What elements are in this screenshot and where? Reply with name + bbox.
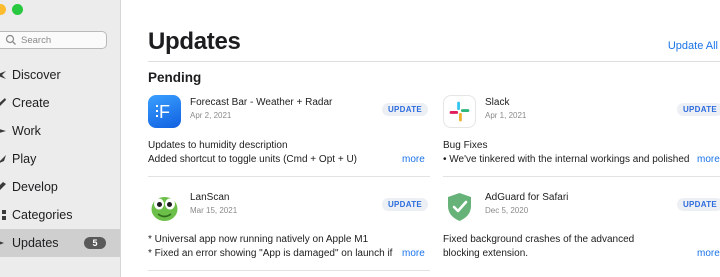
update-card-adguard: AdGuard for Safari Dec 5, 2020 UPDATE Fi… bbox=[443, 190, 720, 277]
sidebar-item-label: Updates bbox=[12, 236, 59, 250]
update-card-forecast-bar: F Forecast Bar - Weather + Radar Apr 2, … bbox=[148, 95, 430, 177]
star-icon bbox=[0, 71, 6, 79]
app-date: Mar 15, 2021 bbox=[190, 206, 238, 215]
more-link[interactable]: more bbox=[693, 154, 720, 165]
sidebar-item-label: Create bbox=[12, 96, 50, 110]
brush-icon bbox=[0, 98, 6, 106]
slack-app-icon bbox=[443, 95, 476, 128]
sidebar: Discover Create Work Play Develop Catego… bbox=[0, 0, 121, 277]
forecast-bar-app-icon: F bbox=[148, 95, 181, 128]
release-note: Bug Fixes bbox=[443, 140, 488, 151]
app-date: Apr 1, 2021 bbox=[485, 111, 527, 120]
search-icon bbox=[5, 34, 16, 45]
app-name[interactable]: Forecast Bar - Weather + Radar bbox=[190, 97, 332, 108]
app-name[interactable]: LanScan bbox=[190, 192, 229, 203]
update-button[interactable]: UPDATE bbox=[382, 198, 428, 211]
release-note: blocking extension. bbox=[443, 248, 529, 259]
update-card-slack: Slack Apr 1, 2021 UPDATE Bug Fixes • We'… bbox=[443, 95, 720, 177]
paperplane-icon bbox=[0, 129, 6, 133]
more-link[interactable]: more bbox=[398, 248, 425, 259]
sidebar-item-play[interactable]: Play bbox=[0, 145, 120, 173]
grid-icon bbox=[2, 210, 6, 220]
app-name[interactable]: AdGuard for Safari bbox=[485, 192, 568, 203]
sidebar-item-categories[interactable]: Categories bbox=[0, 201, 120, 229]
release-note: Fixed background crashes of the advanced bbox=[443, 234, 635, 245]
sidebar-item-work[interactable]: Work bbox=[0, 117, 120, 145]
sidebar-item-create[interactable]: Create bbox=[0, 89, 120, 117]
update-card-lanscan: LanScan Mar 15, 2021 UPDATE * Universal … bbox=[148, 190, 430, 277]
svg-text:F: F bbox=[159, 102, 170, 122]
more-link[interactable]: more bbox=[398, 154, 425, 165]
divider bbox=[443, 176, 720, 177]
release-note: • We've tinkered with the internal worki… bbox=[443, 154, 690, 165]
lanscan-app-icon bbox=[148, 190, 181, 223]
section-title-pending: Pending bbox=[148, 70, 202, 85]
divider bbox=[148, 270, 430, 271]
update-button[interactable]: UPDATE bbox=[382, 103, 428, 116]
rocket-icon bbox=[0, 155, 6, 163]
search-field[interactable] bbox=[0, 31, 107, 49]
more-link[interactable]: more bbox=[693, 248, 720, 259]
divider bbox=[148, 61, 720, 62]
adguard-app-icon bbox=[443, 190, 476, 223]
zoom-button[interactable] bbox=[12, 4, 23, 15]
app-date: Apr 2, 2021 bbox=[190, 111, 232, 120]
page-title: Updates bbox=[148, 28, 241, 55]
download-icon bbox=[0, 241, 4, 245]
search-input[interactable] bbox=[21, 34, 91, 46]
sidebar-item-label: Play bbox=[12, 152, 37, 166]
sidebar-item-updates[interactable]: Updates 5 bbox=[0, 229, 120, 257]
sidebar-nav: Discover Create Work Play Develop Catego… bbox=[0, 61, 120, 257]
release-note: Added shortcut to toggle units (Cmd + Op… bbox=[148, 154, 357, 165]
release-note: * Universal app now running natively on … bbox=[148, 234, 369, 245]
sidebar-item-discover[interactable]: Discover bbox=[0, 61, 120, 89]
window-controls bbox=[0, 4, 23, 15]
updates-page: Updates Update All Pending F Forecast Ba… bbox=[121, 0, 720, 277]
release-note: Updates to humidity description bbox=[148, 140, 288, 151]
sidebar-item-label: Develop bbox=[12, 180, 58, 194]
release-note: * Fixed an error showing "App is damaged… bbox=[148, 248, 393, 259]
divider bbox=[148, 176, 430, 177]
sidebar-item-label: Discover bbox=[12, 68, 61, 82]
sidebar-item-develop[interactable]: Develop bbox=[0, 173, 120, 201]
update-button[interactable]: UPDATE bbox=[677, 103, 720, 116]
sidebar-item-label: Categories bbox=[12, 208, 73, 222]
minimize-button[interactable] bbox=[0, 4, 6, 15]
app-name[interactable]: Slack bbox=[485, 97, 509, 108]
update-button[interactable]: UPDATE bbox=[677, 198, 720, 211]
sidebar-item-label: Work bbox=[12, 124, 41, 138]
hammer-icon bbox=[0, 182, 6, 190]
updates-count-badge: 5 bbox=[84, 237, 106, 249]
app-date: Dec 5, 2020 bbox=[485, 206, 529, 215]
update-all-button[interactable]: Update All bbox=[668, 40, 718, 52]
